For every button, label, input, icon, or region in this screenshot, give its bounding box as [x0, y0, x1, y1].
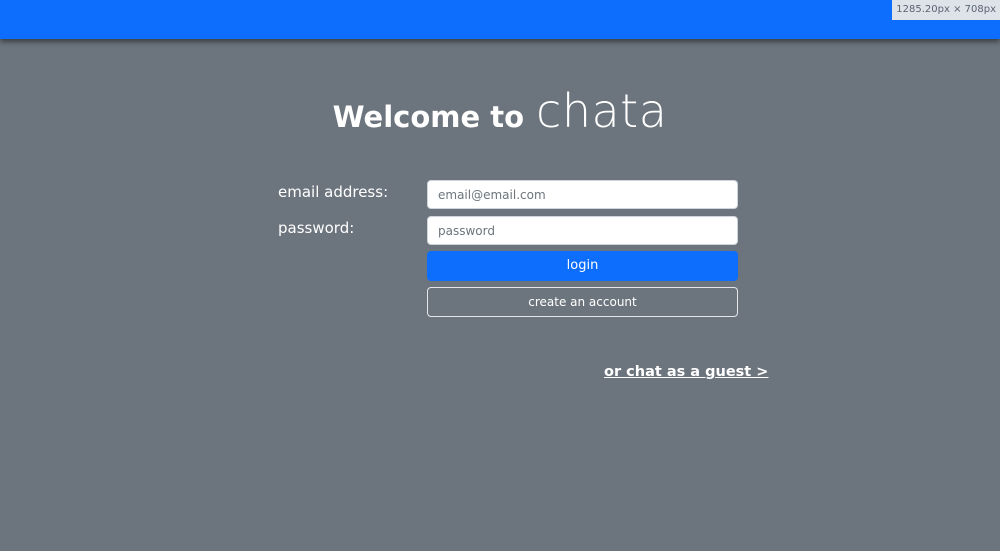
brand-name: chata	[536, 84, 668, 138]
top-navbar	[0, 0, 1000, 39]
welcome-heading: Welcome to chata	[0, 84, 1000, 138]
password-label: password:	[278, 219, 355, 237]
create-account-button[interactable]: create an account	[427, 287, 738, 317]
login-button[interactable]: login	[427, 251, 738, 281]
password-input[interactable]	[427, 216, 738, 245]
email-input[interactable]	[427, 180, 738, 209]
email-label: email address:	[278, 183, 389, 201]
welcome-prefix: Welcome to	[332, 100, 525, 134]
guest-chat-link[interactable]: or chat as a guest >	[604, 364, 768, 380]
dimensions-tooltip: 1285.20px × 708px	[892, 0, 1000, 20]
